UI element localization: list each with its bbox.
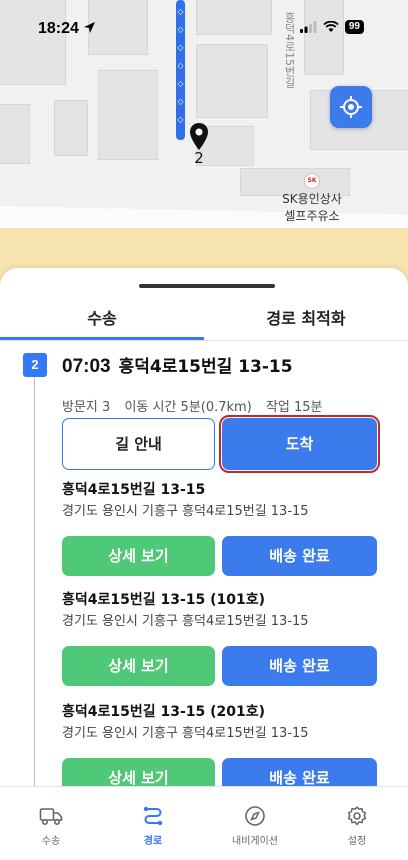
delivery-complete-button[interactable]: 배송 완료: [222, 536, 377, 576]
wifi-icon: [323, 21, 339, 32]
nav-transport[interactable]: 수송: [0, 787, 102, 860]
navigation-guide-button[interactable]: 길 안내: [62, 418, 215, 470]
travel-time: 이동 시간 5분(0.7km): [124, 400, 252, 415]
delivery-complete-button[interactable]: 배송 완료: [222, 646, 377, 686]
gear-icon: [347, 806, 367, 826]
stop-time: 07:03: [62, 356, 111, 377]
my-location-button[interactable]: [330, 86, 372, 128]
item-name: 흥덕4로15번길 13-15 (101호): [62, 592, 266, 608]
nav-label: 경로: [143, 836, 163, 847]
detail-button[interactable]: 상세 보기: [62, 536, 215, 576]
bottom-nav: 수송 경로 내비게이션 설정: [0, 786, 408, 860]
battery-icon: 99: [344, 20, 364, 34]
app-screen: ◇ ◇ ◇ ◇ ◇ ◇ ◇ 흥덕4로15번길 2 SK SK용인상사 셀프주유소: [0, 0, 408, 860]
status-icons: 99: [299, 20, 364, 34]
pin-number: 2: [194, 149, 204, 167]
tab-bar: 수송 경로 최적화: [0, 300, 408, 341]
location-arrow-icon: [84, 22, 96, 33]
nav-navigation[interactable]: 내비게이션: [204, 787, 306, 860]
delivery-complete-button[interactable]: 배송 완료: [222, 758, 377, 786]
item-name: 흥덕4로15번길 13-15: [62, 482, 206, 498]
tab-transport[interactable]: 수송: [0, 300, 204, 340]
status-bar: 18:24 99: [0, 0, 408, 58]
gas-station-label: SK용인상사 셀프주유소: [282, 192, 342, 223]
list-item: 흥덕4로15번길 13-15 (201호) 경기도 용인시 기흥구 흥덕4로15…: [62, 702, 382, 744]
nav-label: 내비게이션: [232, 836, 278, 847]
nav-route[interactable]: 경로: [102, 787, 204, 860]
nav-label: 수송: [41, 836, 61, 847]
nav-settings[interactable]: 설정: [306, 787, 408, 860]
item-address: 경기도 용인시 기흥구 흥덕4로15번길 13-15: [62, 614, 309, 629]
tab-route-optimize[interactable]: 경로 최적화: [204, 300, 408, 340]
timeline-line: [34, 358, 35, 786]
item-name: 흥덕4로15번길 13-15 (201호): [62, 704, 266, 720]
route-arrow-icon: ◇: [177, 115, 184, 124]
crosshair-icon: [340, 96, 362, 118]
map-pin-icon[interactable]: [189, 122, 209, 152]
visit-count: 방문지 3: [62, 400, 111, 415]
item-address: 경기도 용인시 기흥구 흥덕4로15번길 13-15: [62, 726, 309, 741]
list-item: 흥덕4로15번길 13-15 경기도 용인시 기흥구 흥덕4로15번길 13-1…: [62, 480, 382, 522]
detail-button[interactable]: 상세 보기: [62, 646, 215, 686]
route-icon: [143, 806, 163, 826]
route-arrow-icon: ◇: [177, 61, 184, 70]
signal-icon: [299, 21, 317, 33]
stop-title: 07:03 흥덕4로15번길 13-15: [62, 352, 293, 378]
route-sheet: 수송 경로 최적화 2 07:03 흥덕4로15번길 13-15 방문지 3 이동…: [0, 268, 408, 786]
detail-button[interactable]: 상세 보기: [62, 758, 215, 786]
nav-label: 설정: [347, 836, 367, 847]
gas-station-icon: SK: [304, 173, 320, 189]
list-item: 흥덕4로15번길 13-15 (101호) 경기도 용인시 기흥구 흥덕4로15…: [62, 590, 382, 632]
route-arrow-icon: ◇: [177, 79, 184, 88]
arrive-button[interactable]: 도착: [219, 415, 380, 473]
stop-number-badge: 2: [23, 353, 47, 377]
truck-icon: [39, 808, 63, 826]
compass-icon: [245, 806, 265, 826]
work-time: 작업 15분: [265, 400, 323, 415]
status-time: 18:24: [38, 20, 96, 38]
route-arrow-icon: ◇: [177, 97, 184, 106]
item-address: 경기도 용인시 기흥구 흥덕4로15번길 13-15: [62, 504, 309, 519]
stop-address: 흥덕4로15번길 13-15: [118, 357, 293, 377]
sheet-drag-handle[interactable]: [139, 284, 275, 288]
stop-meta: 방문지 3 이동 시간 5분(0.7km) 작업 15분: [62, 396, 333, 415]
